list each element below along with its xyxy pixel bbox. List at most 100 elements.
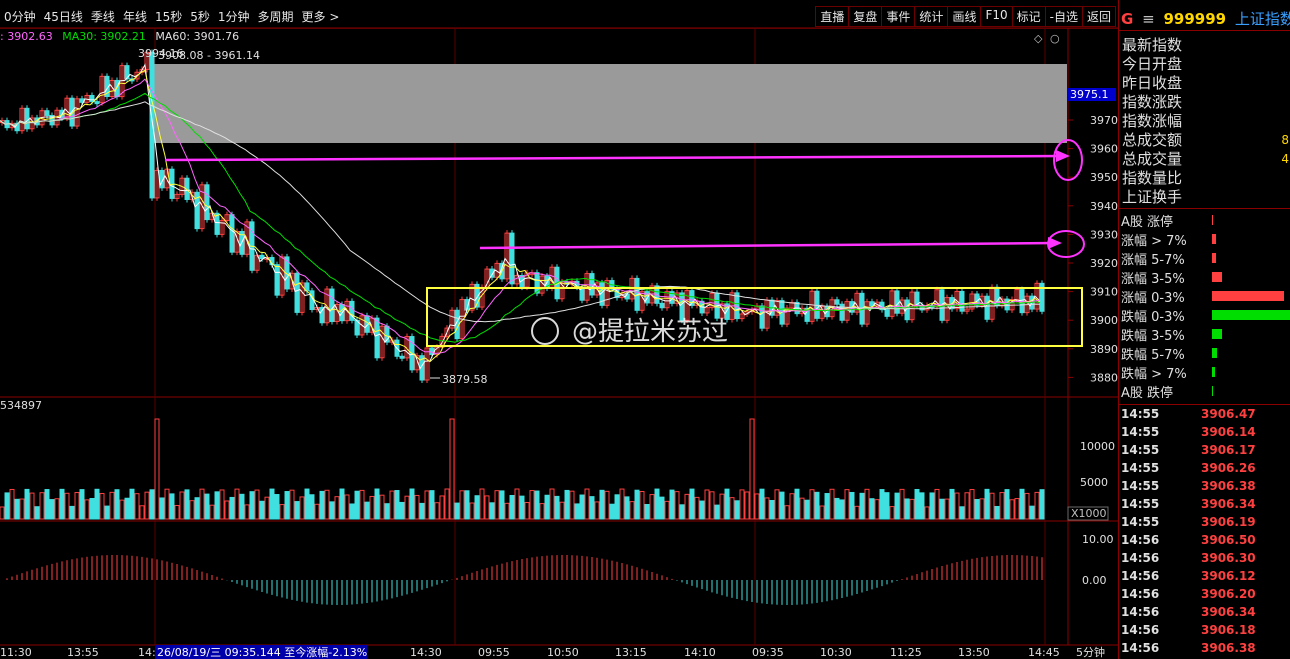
arrow-line-upper [164,154,1067,162]
volume-bar [64,492,70,520]
volume-bar [1019,488,1025,520]
dist-bar [1212,215,1213,225]
price-tick: 3950 [1090,171,1118,184]
volume-bar [119,499,125,520]
volume-bar [189,500,195,520]
volume-bar [639,490,645,520]
volume-bar [309,494,315,520]
weibo-icon [531,317,559,345]
volume-bar [399,501,405,520]
volume-bar [689,488,695,520]
volume-bar [779,491,785,520]
tick-time: 14:56 [1121,623,1160,637]
volume-bar [869,498,875,520]
volume-bar [379,494,385,520]
volume-bar [284,491,290,520]
index-title[interactable]: G ≡ 999999 上证指数 [1121,8,1290,29]
volume-bar [69,505,75,520]
volume-bar [49,499,55,520]
volume-bar [14,498,20,520]
volume-bar [99,492,105,520]
volume-bar [224,500,230,520]
tick-price: 3906.12 [1201,569,1256,583]
volume-bar [824,493,830,520]
candle [894,290,900,314]
volume-bar [804,499,810,520]
volume-bar [249,491,255,520]
volume-bars [0,418,1045,520]
candle [94,101,100,105]
volume-bar [314,503,320,520]
current-price-label: 3975.1 [1070,88,1109,101]
volume-bar [4,492,10,520]
menu-icon[interactable]: ≡ [1142,10,1155,28]
volume-bar [54,498,60,520]
volume-bar [699,500,705,520]
volume-bar [424,490,430,520]
volume-bar [494,490,500,520]
candle [24,107,30,130]
volume-bar [594,501,600,520]
arrow-line-lower [479,241,1057,250]
volume-bar [464,490,470,520]
market-tag: G [1121,10,1134,28]
volume-bar [544,494,550,520]
volume-bar [559,501,565,520]
volume-bar [644,504,650,520]
stat-label: 总成交额 [1122,131,1183,149]
volume-bar [809,489,815,520]
volume-tick: 5000 [1080,476,1108,489]
volume-bar [259,500,265,520]
volume-bar [389,490,395,520]
volume-bar [369,495,375,520]
tick-price: 3906.18 [1201,623,1256,637]
time-tick: 14:10 [684,646,716,659]
volume-bar [94,488,100,520]
time-tick: 10:50 [547,646,579,659]
volume-bar [749,418,755,520]
macd-axis: 10.00 0.00 [1082,533,1114,587]
tick-time: 14:56 [1121,533,1160,547]
volume-bar [909,498,915,520]
volume-bar [654,488,660,520]
volume-bar [679,504,685,520]
volume-bar [364,501,370,520]
dist-label: 跌幅 3-5% [1121,329,1185,344]
tick-price: 3906.38 [1201,641,1256,655]
volume-bar [204,493,210,520]
volume-bar [904,498,910,520]
stat-label: 总成交量 [1122,150,1183,168]
tick-price: 3906.30 [1201,551,1256,565]
volume-bar [979,498,985,520]
volume-bar [784,505,790,520]
volume-bar [914,488,920,520]
tick-price: 3906.20 [1201,587,1256,601]
price-tick: 3930 [1090,228,1118,241]
volume-bar [114,489,120,520]
low-label: 3879.58 [442,373,488,386]
volume-bar [214,491,220,520]
price-tick: 3910 [1090,286,1118,299]
volume-bar [1004,489,1010,520]
volume-bar [1039,489,1045,520]
volume-bar [894,492,900,520]
volume-bar [514,488,520,520]
volume-bar [704,489,710,520]
volume-bar [539,503,545,520]
volume-bar [814,491,820,520]
dist-label: A股 跌停 [1121,386,1174,401]
stat-label: 今日开盘 [1122,55,1183,73]
volume-bar [724,488,730,520]
volume-bar [489,502,495,520]
volume-bar [74,492,80,520]
kline-chart[interactable]: 3994.16 3908.08 - 3961.14 3879.58 @提拉米苏过… [0,0,1118,659]
volume-bar [434,502,440,520]
candle [534,272,540,294]
candle [814,290,820,319]
tick-time: 14:55 [1121,461,1160,475]
tick-price: 3906.34 [1201,605,1256,619]
volume-bar [549,488,555,520]
candle [374,317,380,359]
price-tick: 3920 [1090,257,1118,270]
dist-bar [1212,272,1222,282]
